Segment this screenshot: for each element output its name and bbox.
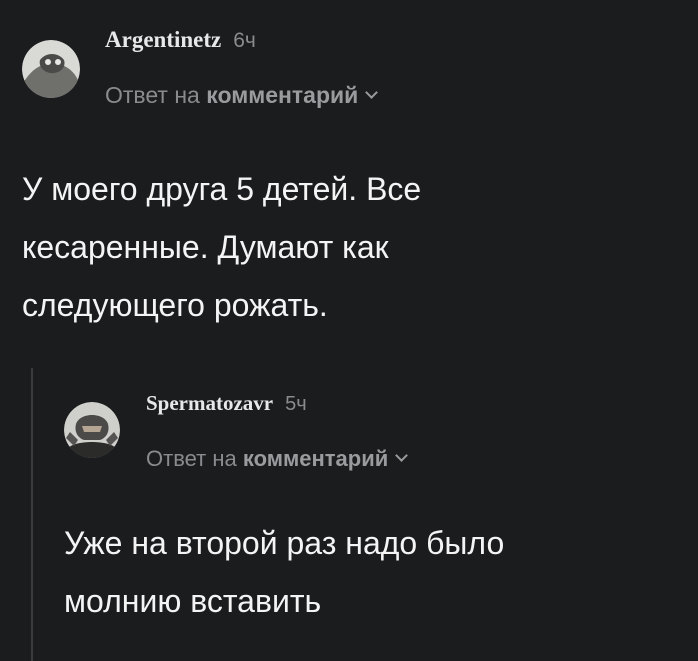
avatar[interactable]	[64, 402, 120, 458]
chevron-down-icon[interactable]	[365, 86, 379, 99]
user-avatar-icon	[64, 402, 120, 458]
comment-header: Argentinetz 6ч	[105, 27, 256, 53]
reply-target[interactable]: комментарий	[206, 82, 358, 108]
reply-prefix: Ответ на	[146, 446, 237, 471]
reply-target[interactable]: комментарий	[243, 446, 388, 471]
thread-line	[31, 368, 33, 661]
reply-to-link[interactable]: Ответ на комментарий	[105, 82, 379, 109]
author-name[interactable]: Argentinetz	[105, 27, 221, 52]
chevron-down-icon[interactable]	[395, 449, 409, 462]
user-avatar-icon	[22, 40, 80, 98]
comment-header: Spermatozavr 5ч	[146, 391, 307, 416]
comment-time: 6ч	[233, 29, 256, 52]
author-name[interactable]: Spermatozavr	[146, 391, 273, 415]
comment-text: У моего друга 5 детей. Все кесаренные. Д…	[22, 171, 422, 323]
comment-text: Уже на второй раз надо было молнию встав…	[64, 525, 505, 619]
comment-time: 5ч	[285, 393, 307, 415]
reply-prefix: Ответ на	[105, 82, 200, 108]
reply-to-link[interactable]: Ответ на комментарий	[146, 446, 409, 472]
avatar[interactable]	[22, 40, 80, 98]
